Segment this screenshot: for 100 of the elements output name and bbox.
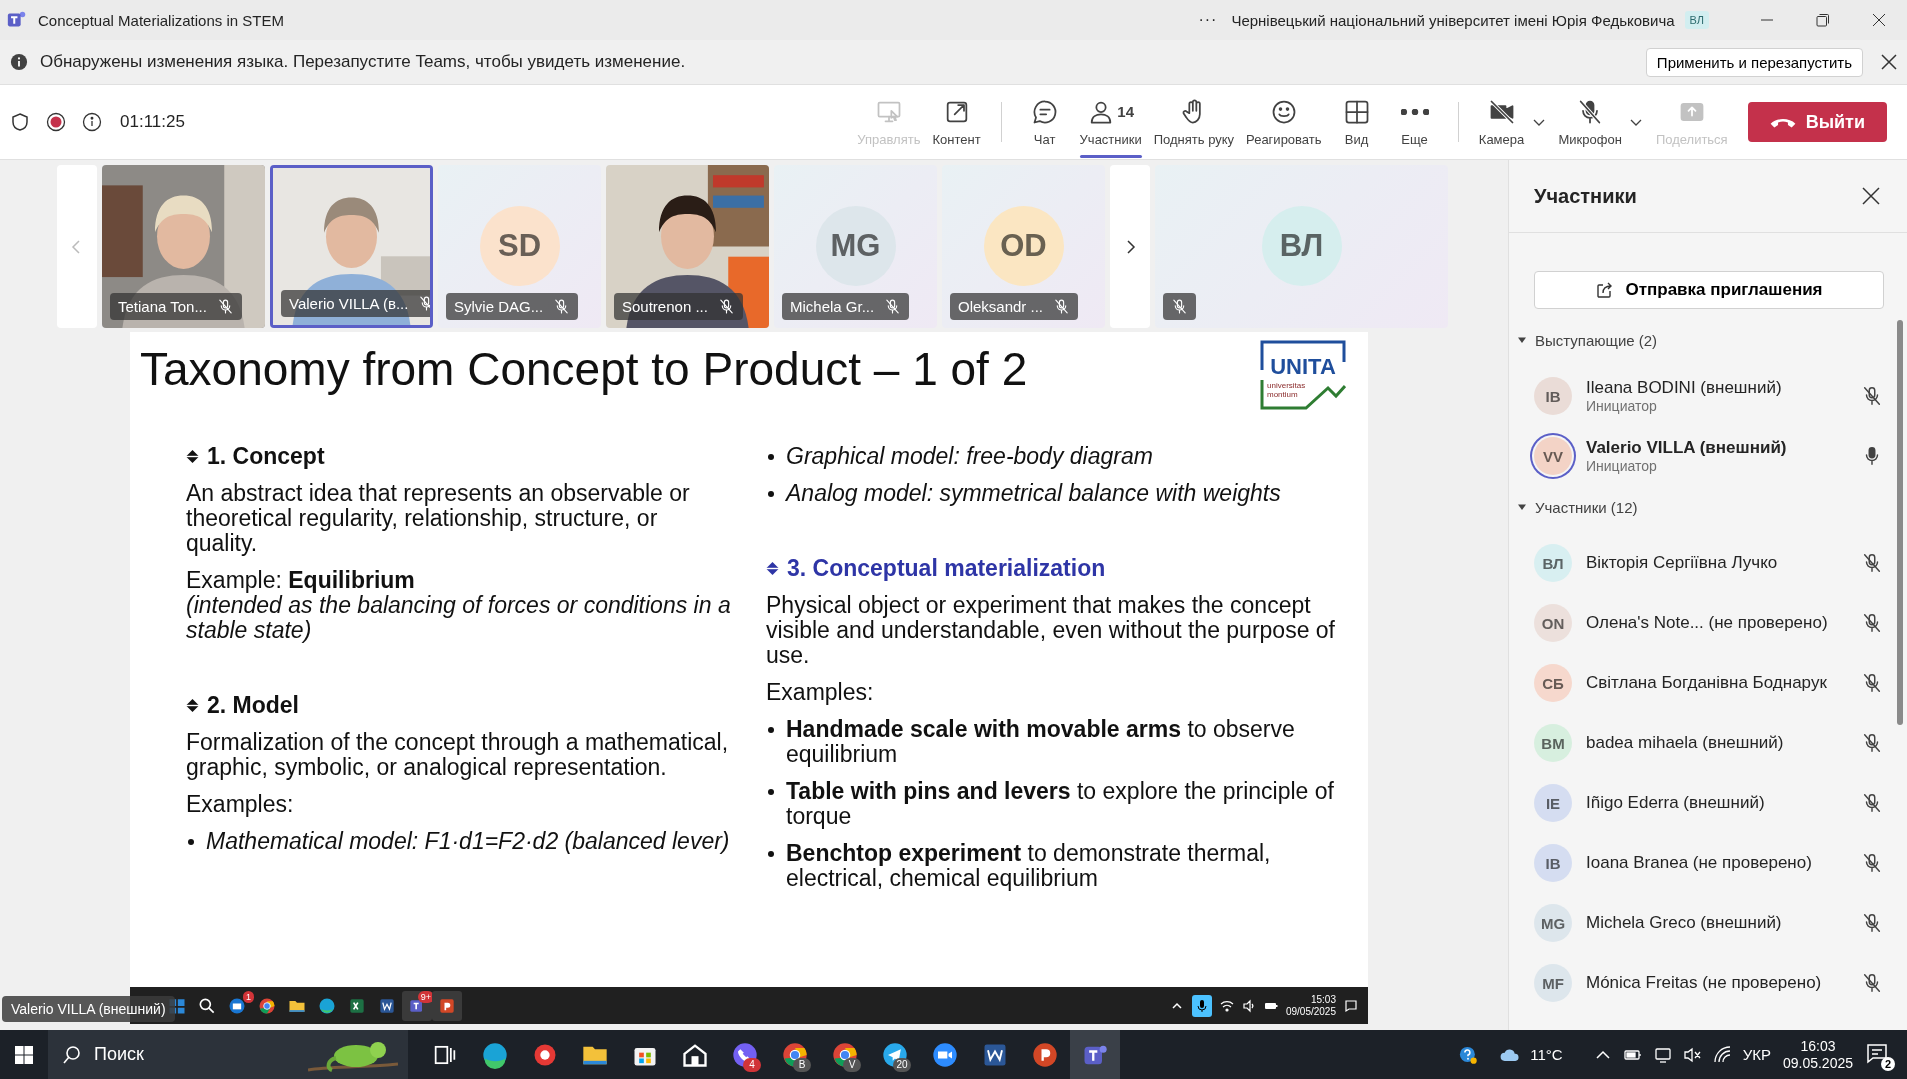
video-tile[interactable]: Tetiana Ton...: [102, 165, 265, 328]
section-heading: 2. Model: [207, 693, 299, 718]
toolbar-button[interactable]: 14 Участники: [1073, 84, 1148, 160]
avatar: СБ: [1534, 664, 1572, 702]
video-tile[interactable]: Valerio VILLA (в...: [270, 165, 433, 328]
mic-off-icon[interactable]: [1861, 385, 1883, 407]
avatar: IB: [1534, 377, 1572, 415]
temperature[interactable]: 11°C: [1530, 1046, 1563, 1063]
badge: 20: [893, 1058, 911, 1072]
participant-name: Світлана Богданівна Боднарук: [1586, 673, 1828, 693]
video-tile[interactable]: ВЛ: [1155, 165, 1448, 328]
name-label: Sylvie DAG...: [446, 293, 579, 320]
mic-off-icon[interactable]: [1171, 298, 1188, 315]
recording-icon[interactable]: [46, 112, 66, 132]
shield-icon[interactable]: [10, 112, 30, 132]
slide-paragraph: Examples:: [186, 792, 295, 817]
slide-paragraph: Physical object or experiment that makes the concept visible and understandable, even without the purpose of use.: [766, 593, 1336, 668]
mic-off-icon[interactable]: [717, 298, 735, 315]
toolbar-button[interactable]: Поднять руку: [1147, 84, 1241, 160]
wifi-icon[interactable]: [1219, 998, 1234, 1013]
toolbar-button[interactable]: Чат: [1015, 84, 1074, 160]
scrollbar[interactable]: [1897, 320, 1903, 725]
wifi-icon[interactable]: [1712, 1044, 1733, 1065]
mic-off-icon[interactable]: [216, 298, 234, 315]
bullet-icon: [768, 727, 774, 733]
notification-icon[interactable]: [1344, 998, 1358, 1013]
participant-name: Michela Greco (внешний): [1586, 913, 1783, 933]
slide-paragraph: Formalization of the concept through a mathematical, graphic, symbolic, or analogical representation.: [186, 730, 730, 780]
mic-off-icon[interactable]: [1861, 732, 1883, 754]
triangle-icon: [1517, 335, 1527, 345]
phone-icon: [1769, 116, 1796, 128]
slides-icon[interactable]: [1031, 1040, 1059, 1069]
video-tile[interactable]: Soutrenon ...: [606, 165, 769, 328]
windows-icon[interactable]: [14, 1044, 34, 1065]
toolbar-button[interactable]: Еще: [1385, 84, 1444, 160]
close-icon[interactable]: [1881, 54, 1897, 70]
toolbar-button[interactable]: Контент: [926, 84, 987, 160]
name-label: Valerio VILLA (в...: [281, 290, 430, 317]
toolbar-button[interactable]: Вид: [1327, 84, 1386, 160]
language-indicator[interactable]: УКР: [1742, 1046, 1771, 1063]
mic-off-icon[interactable]: [1861, 792, 1883, 814]
bullet-text: Analog model: symmetrical balance with weights: [786, 481, 1281, 506]
video-tile[interactable]: MG Michela Gr...: [774, 165, 937, 328]
badge: 2: [1880, 1056, 1895, 1071]
search-field[interactable]: Поиск: [48, 1030, 408, 1079]
avatar: VV: [1534, 437, 1572, 475]
invite-button[interactable]: Отправка приглашения: [1534, 271, 1884, 309]
apply-restart-button[interactable]: Применить и перезапустить: [1645, 47, 1863, 77]
diamond-icon: [186, 450, 199, 463]
name-label: Michela Gr...: [782, 293, 910, 320]
toolbar-button[interactable]: Реагировать: [1240, 84, 1328, 160]
more-options-button[interactable]: ···: [1198, 11, 1218, 29]
mic-off-icon[interactable]: [1053, 298, 1071, 315]
mic-off-icon[interactable]: [1861, 912, 1883, 934]
speaker-icon[interactable]: [1241, 998, 1256, 1013]
video-tile[interactable]: SD Sylvie DAG...: [438, 165, 601, 328]
slide-paragraph: An abstract idea that represents an observable or theoretical regularity, relationship, structure, or quality.: [186, 481, 691, 556]
toolbar-button[interactable]: Микрофон: [1552, 84, 1628, 160]
close-icon[interactable]: [1872, 13, 1886, 27]
info-icon: [10, 53, 28, 71]
info-icon[interactable]: [82, 112, 102, 132]
mic-off-icon[interactable]: [1861, 612, 1883, 634]
camera-off-icon: [1487, 97, 1516, 126]
toolbar-button[interactable]: Камера: [1472, 84, 1531, 160]
help-icon[interactable]: [1458, 1044, 1479, 1065]
clock-date[interactable]: 09.05.2025: [1782, 1054, 1853, 1072]
clock-date: 09/05/2025: [1285, 1005, 1336, 1018]
avatar: ВЛ: [1534, 544, 1572, 582]
bullet-icon: [768, 454, 774, 460]
avatar: IE: [1534, 784, 1572, 822]
avatar: OD: [983, 205, 1064, 286]
clock-time[interactable]: 16:03: [1800, 1037, 1836, 1055]
slide-paragraph: Examples:: [766, 680, 875, 705]
globe-icon[interactable]: [481, 1040, 509, 1069]
video-tile[interactable]: OD Oleksandr ...: [942, 165, 1105, 328]
user-avatar[interactable]: ВЛ: [1684, 11, 1709, 29]
mic-off-icon[interactable]: [1861, 972, 1883, 994]
microphone-icon[interactable]: [1194, 998, 1209, 1013]
mic-off-icon[interactable]: [418, 295, 430, 312]
window-title: Conceptual Materializations in STEM: [38, 11, 284, 29]
bullet-text: Mathematical model: F1·d1=F2·d2 (balanced lever): [206, 829, 730, 854]
restore-icon[interactable]: [1816, 13, 1830, 27]
video-camera-icon[interactable]: [931, 1040, 959, 1069]
participant-name: Iñigo Ederra (внешний): [1586, 793, 1766, 813]
bullet-icon: [188, 839, 194, 845]
mic-off-icon[interactable]: [553, 298, 571, 315]
mic-off-icon[interactable]: [884, 298, 902, 315]
close-icon[interactable]: [1861, 186, 1881, 206]
slide-title: Taxonomy from Concept to Product – 1 of 2: [140, 342, 1029, 397]
mic-off-icon[interactable]: [1861, 552, 1883, 574]
group-header[interactable]: Выступающие (2): [1517, 328, 1907, 352]
bullet-text: Graphical model: free-body diagram: [786, 444, 1153, 469]
participant-name: Ioana Branea (не проверено): [1586, 853, 1813, 873]
clock-time: 15:03: [1309, 993, 1336, 1006]
badge: 4: [743, 1058, 761, 1072]
leave-button[interactable]: Выйти: [1747, 102, 1887, 142]
mic-off-icon[interactable]: [1861, 852, 1883, 874]
mic-off-icon[interactable]: [1861, 672, 1883, 694]
triangle-icon: [1517, 502, 1527, 512]
group-header[interactable]: Участники (12): [1517, 495, 1907, 519]
